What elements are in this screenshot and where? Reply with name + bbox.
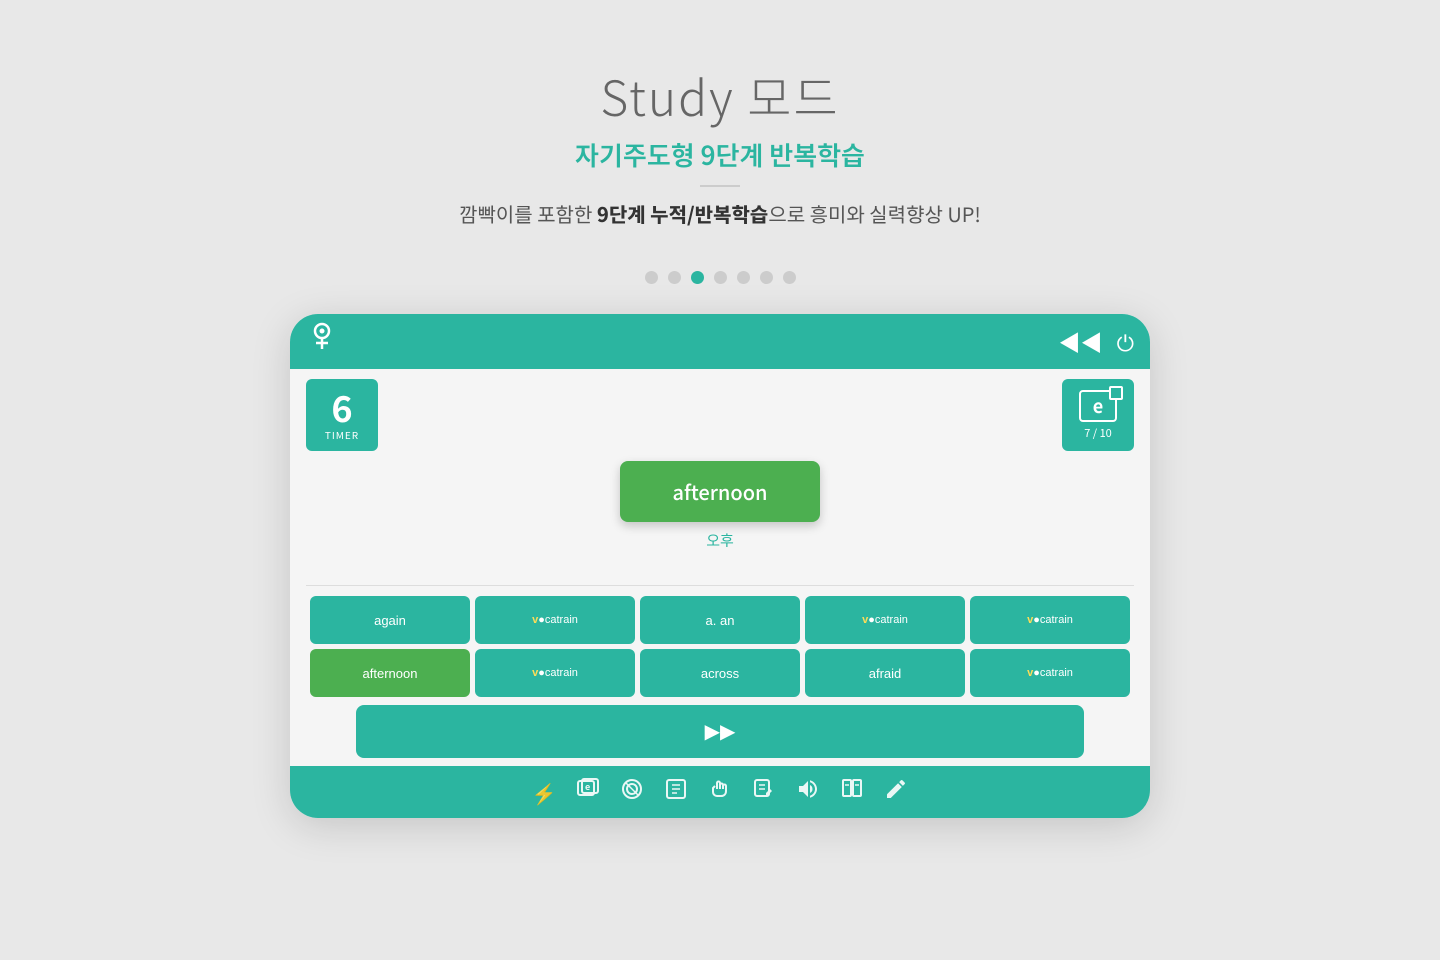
next-button[interactable]: ▶▶ [356,705,1084,758]
device-mockup: ◀◀ ⏻ 6 TIMER e 7 / 10 afternoon 오후 [290,314,1150,818]
app-header-right: ◀◀ ⏻ [1059,326,1134,358]
app-content: 6 TIMER e 7 / 10 afternoon 오후 again v● [290,369,1150,766]
toolbar-audio2[interactable] [796,777,820,807]
desc-prefix: 깜빡이를 포함한 [459,199,597,228]
toolbar-flashcard[interactable]: e [576,777,600,807]
toolbar-hand[interactable] [708,777,732,807]
dot-7[interactable] [783,271,796,284]
toolbar-pencil[interactable] [884,777,908,807]
dot-6[interactable] [760,271,773,284]
desc-bold: 9단계 누적/반복학습 [597,199,768,228]
word-btn-afternoon[interactable]: afternoon [310,649,470,697]
word-btn-voca-3[interactable]: v●catrain [970,596,1130,644]
app-logo [306,321,338,362]
divider [700,185,740,187]
description: 깜빡이를 포함한 9단계 누적/반복학습으로 흥미와 실력향상 UP! [459,199,981,229]
dot-5[interactable] [737,271,750,284]
dots-container [645,271,796,284]
word-btn-voca-5[interactable]: v●catrain [970,649,1130,697]
progress-icon: e [1079,390,1117,422]
corner-box [1109,386,1123,400]
word-btn-afraid[interactable]: afraid [805,649,965,697]
flashcard-area: afternoon 오후 [306,461,1134,571]
toolbar-book1[interactable] [664,777,688,807]
back-button[interactable]: ◀◀ [1059,326,1103,358]
dot-1[interactable] [645,271,658,284]
app-header: ◀◀ ⏻ [290,314,1150,369]
flashcard[interactable]: afternoon [620,461,820,522]
power-button[interactable]: ⏻ [1117,326,1134,358]
e-letter: e [1093,393,1103,419]
word-btn-again[interactable]: again [310,596,470,644]
progress-box: e 7 / 10 [1062,379,1134,451]
timer-box: 6 TIMER [306,379,378,451]
toolbar-audio1[interactable] [620,777,644,807]
flashcard-translation: 오후 [706,530,734,551]
separator [306,585,1134,586]
desc-suffix: 으로 흥미와 실력향상 UP! [768,199,981,228]
dot-3[interactable] [691,271,704,284]
timer-value: 6 [331,389,352,425]
page-title: Study 모드 [459,60,981,130]
toolbar-book2[interactable] [840,777,864,807]
fast-forward-icon: ▶▶ [705,719,736,744]
top-row: 6 TIMER e 7 / 10 [306,379,1134,451]
word-btn-voca-2[interactable]: v●catrain [805,596,965,644]
word-btn-voca-4[interactable]: v●catrain [475,649,635,697]
page-header: Study 모드 자기주도형 9단계 반복학습 깜빡이를 포함한 9단계 누적/… [459,60,981,229]
bottom-toolbar: ⚡ e [290,766,1150,818]
progress-text: 7 / 10 [1084,425,1112,441]
word-btn-aan[interactable]: a. an [640,596,800,644]
word-grid: again v●catrain a. an v●catrain v●catrai… [306,596,1134,697]
dot-4[interactable] [714,271,727,284]
word-btn-across[interactable]: across [640,649,800,697]
toolbar-lightning[interactable]: ⚡ [532,778,557,807]
dot-2[interactable] [668,271,681,284]
timer-label: TIMER [325,427,359,442]
word-btn-voca-1[interactable]: v●catrain [475,596,635,644]
next-btn-wrapper: ▶▶ [306,705,1134,758]
page-subtitle: 자기주도형 9단계 반복학습 [459,136,981,173]
toolbar-write[interactable] [752,777,776,807]
svg-text:e: e [585,780,590,793]
